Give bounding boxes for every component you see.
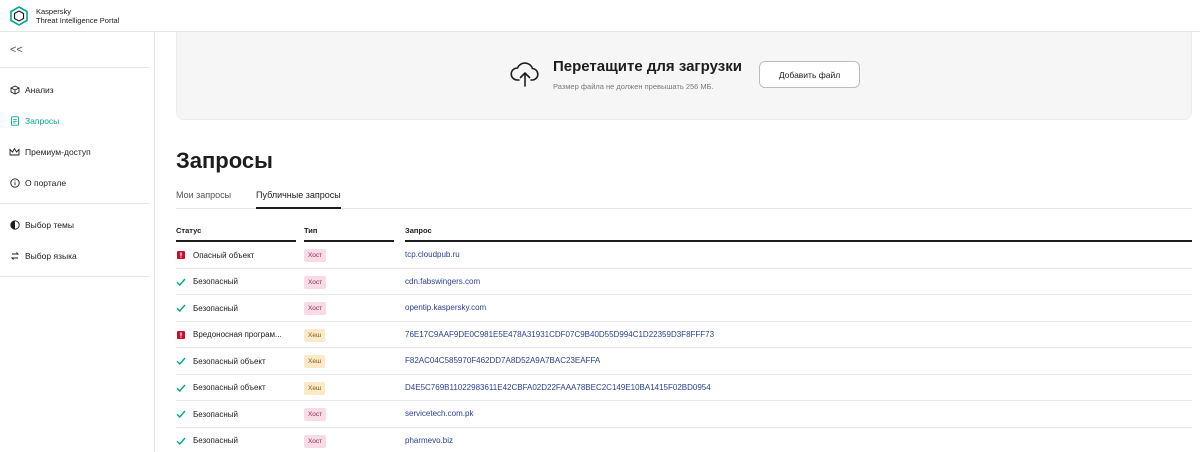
- table-header: Статус Тип Запрос: [176, 218, 1192, 242]
- top-bar: Kaspersky Threat Intelligence Portal: [0, 0, 1200, 32]
- query-link[interactable]: servicetech.com.pk: [405, 409, 473, 418]
- sidebar-item-label: О портале: [25, 177, 67, 188]
- status-label: Безопасный: [193, 436, 238, 445]
- brand-line-1: Kaspersky: [36, 6, 72, 16]
- checkmark-icon: [176, 436, 186, 446]
- page-title: Запросы: [176, 148, 273, 173]
- tab-my-requests[interactable]: Мои запросы: [176, 190, 231, 209]
- requests-table: Статус Тип Запрос Опасный объект Хост tcp.…: [176, 218, 1192, 452]
- status-cell: Безопасный объект: [176, 356, 301, 366]
- status-label: Безопасный объект: [193, 383, 266, 392]
- table-row[interactable]: Вредоносная програм... Хеш 76E17C9AAF9DE0C…: [176, 322, 1192, 348]
- checkmark-icon: [176, 303, 186, 313]
- sidebar-item-requests[interactable]: Запросы: [0, 105, 154, 136]
- theme-icon: [9, 219, 20, 230]
- status-label: Вредоносная програм...: [193, 330, 282, 339]
- sidebar-divider: [0, 203, 149, 204]
- brand-line-2: Threat Intelligence Portal: [36, 15, 120, 25]
- cloud-upload-icon: [510, 60, 540, 88]
- status-cell: Безопасный объект: [176, 383, 301, 393]
- table-row[interactable]: Безопасный Хост servicetech.com.pk: [176, 401, 1192, 428]
- danger-icon: [176, 250, 186, 260]
- table-row[interactable]: Опасный объект Хост tcp.cloudpub.ru: [176, 242, 1192, 269]
- kaspersky-logo-icon[interactable]: [9, 5, 29, 26]
- tabs: Мои запросы Публичные запросы: [176, 184, 1192, 209]
- sidebar-item-analysis[interactable]: Анализ: [0, 74, 154, 105]
- checkmark-icon: [176, 356, 186, 366]
- table-row[interactable]: Безопасный Хост cdn.fabswingers.com: [176, 269, 1192, 295]
- type-badge: Хост: [304, 434, 327, 448]
- status-label: Опасный объект: [193, 250, 255, 260]
- document-icon: [9, 115, 20, 126]
- info-icon: [9, 177, 20, 188]
- type-badge: Хост: [304, 275, 327, 289]
- sidebar-item-label: Выбор языка: [25, 250, 77, 261]
- cube-icon: [9, 84, 20, 95]
- type-badge: Хеш: [304, 355, 326, 368]
- type-badge: Хост: [304, 249, 327, 262]
- checkmark-icon: [176, 383, 186, 393]
- sidebar: << Анализ Запросы Премиум-доступ О порта…: [0, 32, 155, 452]
- status-cell: Безопасный: [176, 409, 301, 419]
- upload-title: Перетащите для загрузки: [553, 58, 742, 75]
- query-link[interactable]: cdn.fabswingers.com: [405, 277, 480, 286]
- status-label: Безопасный: [193, 277, 238, 286]
- type-badge: Хост: [304, 408, 327, 421]
- sidebar-item-label: Премиум-доступ: [25, 146, 91, 157]
- table-row[interactable]: Безопасный объект Хеш F82AC04C585970F462DD…: [176, 348, 1192, 375]
- status-cell: Опасный объект: [176, 250, 301, 260]
- query-link[interactable]: D4E5C769B11022983611E42CBFA02D22FAAA78BE…: [405, 383, 711, 392]
- status-label: Безопасный: [193, 409, 238, 419]
- column-header-type[interactable]: Тип: [304, 226, 317, 235]
- type-badge: Хост: [304, 302, 327, 315]
- sidebar-item-language[interactable]: Выбор языка: [0, 240, 154, 271]
- status-cell: Безопасный: [176, 436, 301, 446]
- table-row[interactable]: Безопасный объект Хеш D4E5C769B11022983611…: [176, 375, 1192, 401]
- table-row[interactable]: Безопасный Хост opentip.kaspersky.com: [176, 295, 1192, 322]
- column-header-status[interactable]: Статус: [176, 226, 201, 235]
- table-row[interactable]: Безопасный Хост pharmevo.biz: [176, 428, 1192, 452]
- brand-name: Kaspersky Threat Intelligence Portal: [36, 7, 119, 25]
- status-label: Безопасный: [193, 303, 238, 313]
- table-body: Опасный объект Хост tcp.cloudpub.ru Безопас…: [176, 242, 1192, 452]
- column-header-query[interactable]: Запрос: [405, 226, 432, 235]
- query-link[interactable]: opentip.kaspersky.com: [405, 303, 486, 312]
- collapse-sidebar-button[interactable]: <<: [0, 32, 149, 68]
- type-badge: Хеш: [304, 328, 326, 342]
- status-label: Безопасный объект: [193, 356, 266, 366]
- sidebar-item-theme[interactable]: Выбор темы: [0, 209, 154, 240]
- danger-icon: [176, 330, 186, 340]
- status-cell: Безопасный: [176, 303, 301, 313]
- sidebar-item-label: Выбор темы: [25, 219, 74, 230]
- double-chevron-left-icon: <<: [10, 43, 23, 56]
- upload-dropzone[interactable]: Перетащите для загрузки Размер файла не …: [176, 32, 1192, 120]
- query-link[interactable]: pharmevo.biz: [405, 436, 453, 445]
- upload-subtitle: Размер файла не должен превышать 256 МБ.: [553, 82, 714, 91]
- language-icon: [9, 250, 20, 261]
- query-link[interactable]: tcp.cloudpub.ru: [405, 250, 460, 259]
- query-link[interactable]: F82AC04C585970F462DD7A8D52A9A7BAC23EAFFA: [405, 356, 600, 365]
- checkmark-icon: [176, 277, 186, 287]
- sidebar-item-premium[interactable]: Премиум-доступ: [0, 136, 154, 167]
- sidebar-item-label: Анализ: [25, 84, 54, 95]
- sidebar-divider: [0, 276, 149, 277]
- checkmark-icon: [176, 409, 186, 419]
- sidebar-nav: Анализ Запросы Премиум-доступ О портале: [0, 68, 154, 277]
- type-badge: Хеш: [304, 381, 326, 395]
- crown-icon: [9, 146, 20, 157]
- add-file-button[interactable]: Добавить файл: [759, 61, 860, 88]
- status-cell: Безопасный: [176, 277, 301, 287]
- sidebar-item-about[interactable]: О портале: [0, 167, 154, 198]
- status-cell: Вредоносная програм...: [176, 330, 301, 340]
- tab-public-requests[interactable]: Публичные запросы: [256, 190, 341, 209]
- query-link[interactable]: 76E17C9AAF9DE0C981E5E478A31931CDF07C9B40…: [405, 330, 714, 339]
- sidebar-item-label: Запросы: [25, 115, 60, 126]
- main-content: Перетащите для загрузки Размер файла не …: [176, 32, 1192, 452]
